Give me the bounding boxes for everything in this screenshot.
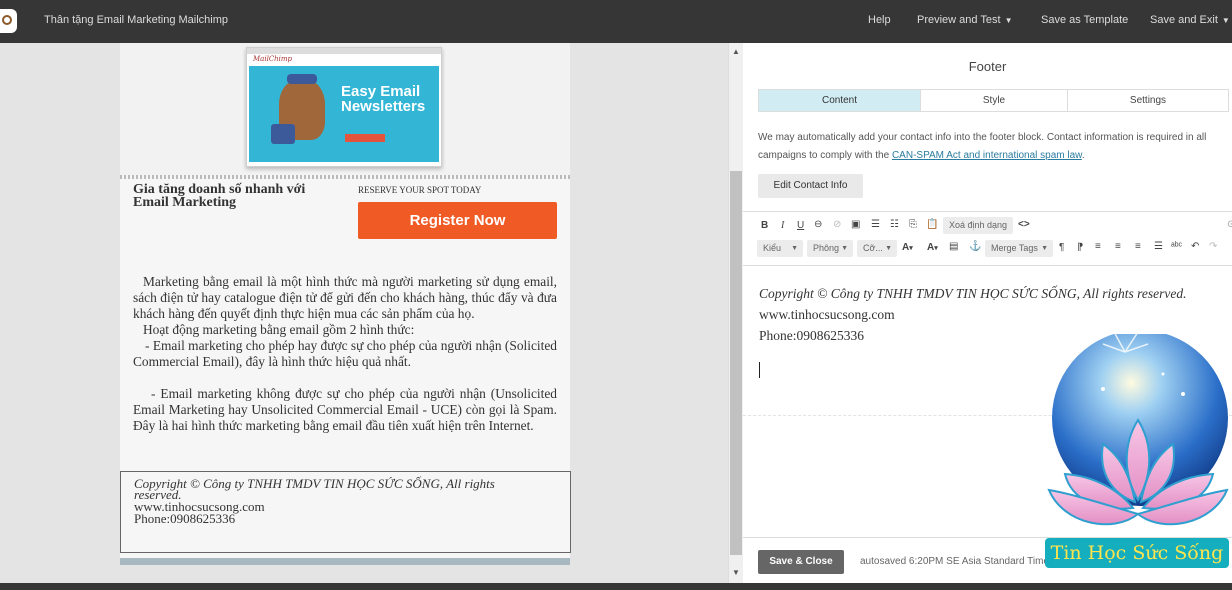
hero-signup-button	[345, 134, 385, 142]
clear-format-button[interactable]: Xoá định dạng	[943, 217, 1013, 234]
paragraph-rtl-icon[interactable]: ⁋	[1077, 242, 1083, 253]
panel-tabs: Content Style Settings	[758, 89, 1229, 112]
chevron-down-icon: ▼	[1004, 16, 1013, 25]
mailchimp-brand: MailChimp	[253, 55, 293, 63]
campaign-title: Thân tặng Email Marketing Mailchimp	[44, 14, 229, 26]
editor-website: www.tinhocsucsong.com	[759, 307, 895, 322]
size-label: Cỡ...	[863, 243, 883, 253]
italic-icon[interactable]: I	[781, 220, 784, 231]
preview-scrollbar[interactable]: ▲ ▼	[728, 43, 743, 583]
app-logo-icon[interactable]	[0, 9, 17, 33]
hero-image[interactable]: MailChimp Easy Email Newsletters	[246, 47, 442, 167]
image-icon[interactable]: ▣	[851, 219, 860, 230]
contact-info-notice: We may automatically add your contact in…	[758, 132, 1207, 161]
redo-icon[interactable]: ↷	[1209, 241, 1217, 252]
horizontal-rule-icon[interactable]: ▤	[949, 241, 958, 252]
email-body-text[interactable]: Marketing bằng email là một hình thức mà…	[133, 274, 557, 434]
bold-icon[interactable]: B	[761, 220, 768, 231]
text-caret	[759, 362, 760, 378]
undo-icon[interactable]: ↶	[1191, 241, 1199, 252]
divider-dotted	[120, 175, 570, 179]
paste-icon[interactable]: 📋	[926, 219, 938, 230]
preview-test-menu[interactable]: Preview and Test ▼	[917, 14, 1013, 26]
tin-hoc-suc-song-logo	[1043, 329, 1232, 570]
dropdown-arrow-icon: ▼	[885, 245, 892, 252]
toolbar-bottom-divider	[743, 265, 1232, 266]
bottom-bar	[0, 583, 1232, 590]
tab-settings[interactable]: Settings	[1068, 90, 1228, 111]
editor-copyright: Copyright © Công ty TNHH TMDV TIN HỌC SỨ…	[759, 286, 1187, 301]
spellcheck-icon[interactable]: ᵃᵇᶜ	[1171, 241, 1182, 252]
source-code-icon[interactable]: <>	[1018, 219, 1030, 230]
align-left-icon[interactable]: ≡	[1095, 241, 1101, 252]
cta-title[interactable]: Gia tăng doanh số nhanh với Email Market…	[133, 183, 333, 210]
anchor-icon[interactable]: ⚓	[969, 241, 981, 252]
align-center-icon[interactable]: ≡	[1115, 241, 1121, 252]
save-and-close-button[interactable]: Save & Close	[758, 550, 844, 574]
tab-content[interactable]: Content	[759, 90, 921, 111]
background-color-icon[interactable]: A▾	[927, 242, 938, 253]
tab-style[interactable]: Style	[921, 90, 1068, 111]
body-paragraph: Marketing bằng email là một hình thức mà…	[133, 274, 557, 321]
text-color-icon[interactable]: A▾	[902, 242, 913, 253]
dropdown-arrow-icon: ▼	[791, 245, 798, 252]
styles-label: Kiểu	[763, 243, 782, 253]
logo-caption: Tin Học Sức Sống	[1045, 538, 1229, 568]
footer-phone: Phone:0908625336	[134, 511, 236, 526]
toolbar-divider	[743, 211, 1232, 212]
merge-tags-dropdown[interactable]: Merge Tags ▼	[985, 240, 1053, 257]
autosave-status: autosaved 6:20PM SE Asia Standard Time	[860, 556, 1049, 567]
dropdown-arrow-icon: ▼	[1041, 245, 1048, 252]
top-bar: Thân tặng Email Marketing Mailchimp Help…	[0, 0, 1232, 43]
can-spam-link[interactable]: CAN-SPAM Act and international spam law	[892, 150, 1082, 161]
email-bottom-bar	[120, 558, 570, 565]
scrollbar-thumb[interactable]	[730, 171, 742, 555]
hero-headline: Easy Email Newsletters	[341, 83, 426, 115]
save-as-template-button[interactable]: Save as Template	[1041, 14, 1128, 26]
merge-tags-label: Merge Tags	[991, 243, 1038, 253]
email-footer-block[interactable]: Copyright © Công ty TNHH TMDV TIN HỌC SỨ…	[120, 471, 571, 553]
underline-icon[interactable]: U	[797, 220, 804, 231]
copy-icon[interactable]: ⎘	[909, 219, 917, 230]
scroll-up-icon[interactable]: ▲	[732, 47, 740, 56]
bullet-list-icon[interactable]: ☷	[890, 219, 899, 230]
help-link[interactable]: Help	[868, 14, 891, 26]
toolbar-overflow-icon[interactable]: ⊙	[1227, 219, 1232, 230]
font-dropdown[interactable]: Phông ▼	[807, 240, 853, 257]
body-paragraph: Hoạt động marketing bằng email gồm 2 hìn…	[143, 322, 415, 337]
numbered-list-icon[interactable]: ☰	[871, 219, 880, 230]
unlink-icon[interactable]: ⊘	[833, 219, 841, 230]
paragraph-ltr-icon[interactable]: ¶	[1059, 242, 1064, 253]
scroll-down-icon[interactable]: ▼	[732, 568, 740, 577]
body-paragraph: - Email marketing cho phép hay được sự c…	[133, 338, 557, 369]
save-and-exit-menu[interactable]: Save and Exit ▼	[1150, 14, 1230, 26]
hero-site-illustration: MailChimp Easy Email Newsletters	[249, 54, 439, 162]
size-dropdown[interactable]: Cỡ... ▼	[857, 240, 897, 257]
chevron-down-icon: ▼	[1221, 16, 1230, 25]
footer-copyright: Copyright © Công ty TNHH TMDV TIN HỌC SỨ…	[134, 476, 495, 491]
font-label: Phông	[813, 243, 840, 253]
save-and-exit-label: Save and Exit	[1150, 14, 1218, 26]
justify-icon[interactable]: ☰	[1154, 241, 1163, 252]
align-right-icon[interactable]: ≡	[1135, 241, 1141, 252]
styles-dropdown[interactable]: Kiểu ▼	[757, 240, 803, 257]
preview-test-label: Preview and Test	[917, 14, 1001, 26]
lotus-globe-icon	[1047, 329, 1229, 526]
reserve-label: RESERVE YOUR SPOT TODAY	[358, 185, 482, 195]
mailbag-icon	[271, 124, 295, 144]
body-paragraph: - Email marketing không được sự cho phép…	[133, 386, 557, 433]
register-now-button[interactable]: Register Now	[358, 202, 557, 239]
edit-contact-info-button[interactable]: Edit Contact Info	[758, 174, 863, 198]
panel-title: Footer	[968, 59, 1007, 74]
dropdown-arrow-icon: ▼	[841, 245, 848, 252]
link-icon[interactable]: ⊖	[814, 219, 822, 230]
